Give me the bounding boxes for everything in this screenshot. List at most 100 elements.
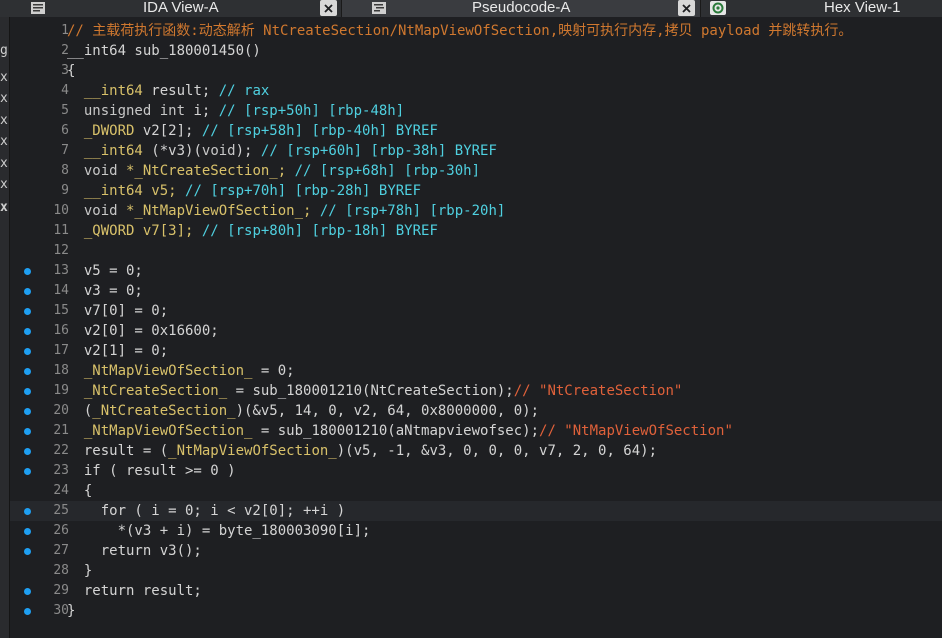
line-number: 23	[53, 463, 69, 478]
line-number: 1	[61, 23, 69, 38]
code-token: (*v3)(	[142, 143, 202, 159]
tab-ida-view-a[interactable]: IDA View-A	[0, 0, 341, 17]
code-line[interactable]: 1// 主载荷执行函数:动态解析 NtCreateSection/NtMapVi…	[10, 21, 942, 41]
code-line[interactable]: 22 result = (_NtMapViewOfSection_)(v5, -…	[10, 441, 942, 461]
breakpoint-dot-icon[interactable]	[24, 468, 31, 475]
breakpoint-dot-icon[interactable]	[24, 268, 31, 275]
breakpoint-dot-icon[interactable]	[24, 608, 31, 615]
tab-hex-view-1[interactable]: Hex View-1	[700, 0, 942, 17]
breakpoint-dot-icon[interactable]	[24, 428, 31, 435]
code-line[interactable]: 4 __int64 result; // rax	[10, 81, 942, 101]
code-token: v7[0] = 0;	[67, 303, 169, 319]
breakpoint-dot-icon[interactable]	[24, 388, 31, 395]
line-number: 9	[61, 183, 69, 198]
breakpoint-dot-icon[interactable]	[24, 368, 31, 375]
code-line[interactable]: 16 v2[0] = 0x16600;	[10, 321, 942, 341]
code-token: }	[67, 563, 93, 579]
code-token: v5;	[142, 183, 186, 199]
code-token: // [rsp+50h] [rbp-48h]	[218, 103, 405, 119]
line-number: 11	[53, 223, 69, 238]
code-text: void *_NtCreateSection_; // [rsp+68h] [r…	[67, 162, 480, 180]
code-token: unsigned int	[83, 103, 186, 119]
code-text: _QWORD v7[3]; // [rsp+80h] [rbp-18h] BYR…	[67, 222, 438, 240]
code-text: v3 = 0;	[67, 282, 143, 300]
code-text: result = (_NtMapViewOfSection_)(v5, -1, …	[67, 442, 657, 460]
tab-pseudocode-a[interactable]: Pseudocode-A	[341, 0, 700, 17]
code-token: _NtCreateSection_	[92, 403, 236, 419]
line-number: 17	[53, 343, 69, 358]
tab-separator	[341, 0, 342, 17]
line-number: 21	[53, 423, 69, 438]
code-line[interactable]: 23 if ( result >= 0 )	[10, 461, 942, 481]
breakpoint-dot-icon[interactable]	[24, 328, 31, 335]
code-text: _NtMapViewOfSection_ = sub_180001210(aNt…	[67, 422, 733, 440]
code-line[interactable]: 19 _NtCreateSection_ = sub_180001210(NtC…	[10, 381, 942, 401]
code-line[interactable]: 12	[10, 241, 942, 261]
code-text: __int64 sub_180001450()	[67, 42, 261, 60]
code-line[interactable]: 18 _NtMapViewOfSection_ = 0;	[10, 361, 942, 381]
code-token: __int64	[83, 143, 143, 159]
code-line[interactable]: 15 v7[0] = 0;	[10, 301, 942, 321]
breakpoint-dot-icon[interactable]	[24, 288, 31, 295]
tab-separator	[700, 0, 701, 17]
code-line[interactable]: 11 _QWORD v7[3]; // [rsp+80h] [rbp-18h] …	[10, 221, 942, 241]
code-token: return result;	[67, 583, 202, 599]
line-number: 18	[53, 363, 69, 378]
code-line[interactable]: 7 __int64 (*v3)(void); // [rsp+60h] [rbp…	[10, 141, 942, 161]
breakpoint-dot-icon[interactable]	[24, 508, 31, 515]
code-line[interactable]: 9 __int64 v5; // [rsp+70h] [rbp-28h] BYR…	[10, 181, 942, 201]
code-line[interactable]: 13 v5 = 0;	[10, 261, 942, 281]
left-panel-strip: g x x x x x x x	[0, 17, 10, 638]
code-line[interactable]: 29 return result;	[10, 581, 942, 601]
close-icon[interactable]	[678, 0, 695, 16]
code-token: v2[2];	[134, 123, 202, 139]
code-text: return v3();	[67, 542, 202, 560]
code-text: return result;	[67, 582, 202, 600]
code-line[interactable]: 21 _NtMapViewOfSection_ = sub_180001210(…	[10, 421, 942, 441]
code-line[interactable]: 8 void *_NtCreateSection_; // [rsp+68h] …	[10, 161, 942, 181]
code-text: _NtMapViewOfSection_ = 0;	[67, 362, 295, 380]
code-line[interactable]: 3{	[10, 61, 942, 81]
code-line[interactable]: 20 (_NtCreateSection_)(&v5, 14, 0, v2, 6…	[10, 401, 942, 421]
left-strip-char: x	[0, 177, 8, 192]
code-line[interactable]: 26 *(v3 + i) = byte_180003090[i];	[10, 521, 942, 541]
code-token: // [rsp+68h] [rbp-30h]	[294, 163, 481, 179]
disassembly-icon	[31, 2, 45, 14]
code-text: __int64 v5; // [rsp+70h] [rbp-28h] BYREF	[67, 182, 421, 200]
code-text: // 主载荷执行函数:动态解析 NtCreateSection/NtMapVie…	[67, 22, 852, 40]
code-line[interactable]: 28 }	[10, 561, 942, 581]
pseudocode-view[interactable]: 1// 主载荷执行函数:动态解析 NtCreateSection/NtMapVi…	[10, 17, 942, 638]
code-token: void	[83, 163, 118, 179]
code-token: // [rsp+60h] [rbp-38h] BYREF	[260, 143, 497, 159]
code-line[interactable]: 14 v3 = 0;	[10, 281, 942, 301]
code-token: *_NtMapViewOfSection_;	[117, 203, 320, 219]
code-token: _NtMapViewOfSection_	[83, 423, 253, 439]
code-line[interactable]: 5 unsigned int i; // [rsp+50h] [rbp-48h]	[10, 101, 942, 121]
code-line[interactable]: 27 return v3();	[10, 541, 942, 561]
tab-hex-view-1-label: Hex View-1	[824, 0, 901, 16]
breakpoint-dot-icon[interactable]	[24, 308, 31, 315]
close-icon[interactable]	[320, 0, 337, 16]
breakpoint-dot-icon[interactable]	[24, 408, 31, 415]
breakpoint-dot-icon[interactable]	[24, 588, 31, 595]
code-line[interactable]: 25 for ( i = 0; i < v2[0]; ++i )	[10, 501, 942, 521]
code-line[interactable]: 17 v2[1] = 0;	[10, 341, 942, 361]
breakpoint-dot-icon[interactable]	[24, 548, 31, 555]
code-line[interactable]: 6 _DWORD v2[2]; // [rsp+58h] [rbp-40h] B…	[10, 121, 942, 141]
code-line[interactable]: 10 void *_NtMapViewOfSection_; // [rsp+7…	[10, 201, 942, 221]
code-text: void *_NtMapViewOfSection_; // [rsp+78h]…	[67, 202, 505, 220]
line-number: 24	[53, 483, 69, 498]
breakpoint-dot-icon[interactable]	[24, 448, 31, 455]
code-token: // [rsp+78h] [rbp-20h]	[319, 203, 506, 219]
code-line[interactable]: 24 {	[10, 481, 942, 501]
code-token: )(&v5, 14, 0, v2, 64, 0x8000000, 0);	[235, 403, 540, 419]
breakpoint-dot-icon[interactable]	[24, 528, 31, 535]
code-text: {	[67, 482, 92, 500]
line-number: 10	[53, 203, 69, 218]
code-line[interactable]: 2 __int64 sub_180001450()	[10, 41, 942, 61]
code-text: }	[67, 602, 75, 620]
breakpoint-dot-icon[interactable]	[24, 348, 31, 355]
code-line[interactable]: 30}	[10, 601, 942, 621]
